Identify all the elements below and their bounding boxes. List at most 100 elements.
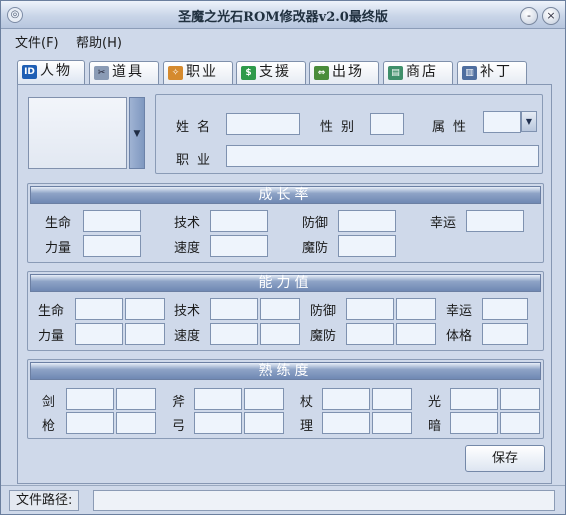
tab-support[interactable]: $ 支援 <box>236 61 306 84</box>
proficiency-label: 剑 <box>42 395 56 410</box>
proficiency-dark-rank-field[interactable] <box>500 412 540 434</box>
ability-label: 速度 <box>174 329 201 344</box>
app-window: ◎ 圣魔之光石ROM修改器v2.0最终版 - × 文件(F) 帮助(H) ID … <box>0 0 566 515</box>
proficiency-sword-field[interactable] <box>66 388 114 410</box>
portrait-dropdown-button[interactable]: ▼ <box>129 97 145 169</box>
ability-speed-max-field[interactable] <box>260 323 300 345</box>
tab-character[interactable]: ID 人物 <box>17 60 85 85</box>
name-label: 姓名 <box>176 120 219 135</box>
ability-defense-base-field[interactable] <box>346 298 394 320</box>
class-field[interactable] <box>226 145 539 167</box>
ability-label: 魔防 <box>310 329 337 344</box>
proficiency-dark-field[interactable] <box>450 412 498 434</box>
proficiency-staff-field[interactable] <box>322 388 370 410</box>
proficiency-label: 弓 <box>172 419 186 434</box>
proficiency-sword-rank-field[interactable] <box>116 388 156 410</box>
name-field[interactable] <box>226 113 300 135</box>
menu-help[interactable]: 帮助(H) <box>76 32 122 51</box>
ability-luck-field[interactable] <box>482 298 528 320</box>
growth-strength-field[interactable] <box>83 235 141 257</box>
growth-luck-field[interactable] <box>466 210 524 232</box>
attribute-label: 属性 <box>432 120 475 135</box>
ability-hp-base-field[interactable] <box>75 298 123 320</box>
ability-label: 技术 <box>174 304 201 319</box>
proficiency-bow-rank-field[interactable] <box>244 412 284 434</box>
class-icon: ✧ <box>168 66 183 80</box>
ability-label: 力量 <box>38 329 65 344</box>
proficiency-light-rank-field[interactable] <box>500 388 540 410</box>
proficiency-label: 枪 <box>42 419 56 434</box>
proficiency-anima-field[interactable] <box>322 412 370 434</box>
growth-skill-field[interactable] <box>210 210 268 232</box>
status-bar: 文件路径: <box>1 485 565 514</box>
tab-class[interactable]: ✧ 职业 <box>163 61 233 84</box>
tab-items[interactable]: ✂ 道具 <box>89 61 159 84</box>
ability-resistance-max-field[interactable] <box>396 323 436 345</box>
tab-deploy-label: 出场 <box>332 64 364 80</box>
ability-speed-base-field[interactable] <box>210 323 258 345</box>
ability-strength-base-field[interactable] <box>75 323 123 345</box>
tab-character-label: 人物 <box>40 63 72 79</box>
file-path-label: 文件路径: <box>9 490 80 511</box>
ability-label: 幸运 <box>446 304 473 319</box>
ability-hp-max-field[interactable] <box>125 298 165 320</box>
proficiency-lance-rank-field[interactable] <box>116 412 156 434</box>
attribute-select[interactable] <box>483 111 521 133</box>
ability-label: 体格 <box>446 329 473 344</box>
growth-label: 速度 <box>174 241 201 256</box>
support-icon: $ <box>241 66 256 80</box>
growth-group: 成长率 生命 技术 防御 幸运 力量 速度 魔防 <box>27 183 544 263</box>
proficiency-lance-field[interactable] <box>66 412 114 434</box>
save-button[interactable]: 保存 <box>465 445 545 472</box>
growth-speed-field[interactable] <box>210 235 268 257</box>
ability-strength-max-field[interactable] <box>125 323 165 345</box>
tab-deploy[interactable]: ⇔ 出场 <box>309 61 379 84</box>
id-card-icon: ID <box>22 65 37 79</box>
growth-label: 技术 <box>174 216 201 231</box>
arrows-icon: ⇔ <box>314 66 329 80</box>
class-label: 职业 <box>176 153 219 168</box>
close-button[interactable]: × <box>542 7 560 25</box>
attribute-dropdown-button[interactable]: ▼ <box>521 111 537 132</box>
tab-support-label: 支援 <box>259 64 291 80</box>
proficiency-bow-field[interactable] <box>194 412 242 434</box>
window-title: 圣魔之光石ROM修改器v2.0最终版 <box>178 10 388 25</box>
ability-skill-max-field[interactable] <box>260 298 300 320</box>
title-bar: ◎ 圣魔之光石ROM修改器v2.0最终版 - × <box>1 1 565 29</box>
tab-shop[interactable]: ▤ 商店 <box>383 61 453 84</box>
tab-items-label: 道具 <box>112 64 144 80</box>
proficiency-group: 熟练度 剑 斧 杖 光 枪 弓 理 暗 <box>27 359 544 439</box>
proficiency-axe-rank-field[interactable] <box>244 388 284 410</box>
shop-icon: ▤ <box>388 66 403 80</box>
minimize-button[interactable]: - <box>520 7 538 25</box>
ability-resistance-base-field[interactable] <box>346 323 394 345</box>
tab-patch[interactable]: ▥ 补丁 <box>457 61 527 84</box>
proficiency-header: 熟练度 <box>30 362 541 380</box>
growth-label: 幸运 <box>430 216 457 231</box>
ability-skill-base-field[interactable] <box>210 298 258 320</box>
proficiency-axe-field[interactable] <box>194 388 242 410</box>
growth-defense-field[interactable] <box>338 210 396 232</box>
growth-hp-field[interactable] <box>83 210 141 232</box>
proficiency-label: 暗 <box>428 419 442 434</box>
proficiency-light-field[interactable] <box>450 388 498 410</box>
gender-label: 性别 <box>320 120 363 135</box>
portrait-preview <box>28 97 127 169</box>
gender-field[interactable] <box>370 113 404 135</box>
proficiency-staff-rank-field[interactable] <box>372 388 412 410</box>
menu-bar: 文件(F) 帮助(H) <box>1 29 565 51</box>
growth-resistance-field[interactable] <box>338 235 396 257</box>
patch-icon: ▥ <box>462 66 477 80</box>
menu-file[interactable]: 文件(F) <box>15 32 59 51</box>
proficiency-label: 斧 <box>172 395 186 410</box>
chevron-down-icon: ▼ <box>525 117 533 126</box>
tab-patch-label: 补丁 <box>480 64 512 80</box>
growth-label: 力量 <box>45 241 72 256</box>
ability-constitution-field[interactable] <box>482 323 528 345</box>
growth-label: 防御 <box>302 216 329 231</box>
proficiency-anima-rank-field[interactable] <box>372 412 412 434</box>
growth-header: 成长率 <box>30 186 541 204</box>
character-panel: ▼ 姓名 性别 属性 ▼ 职业 成长率 生命 技术 防御 幸运 力量 速度 魔防… <box>17 84 552 484</box>
ability-defense-max-field[interactable] <box>396 298 436 320</box>
growth-label: 魔防 <box>302 241 329 256</box>
